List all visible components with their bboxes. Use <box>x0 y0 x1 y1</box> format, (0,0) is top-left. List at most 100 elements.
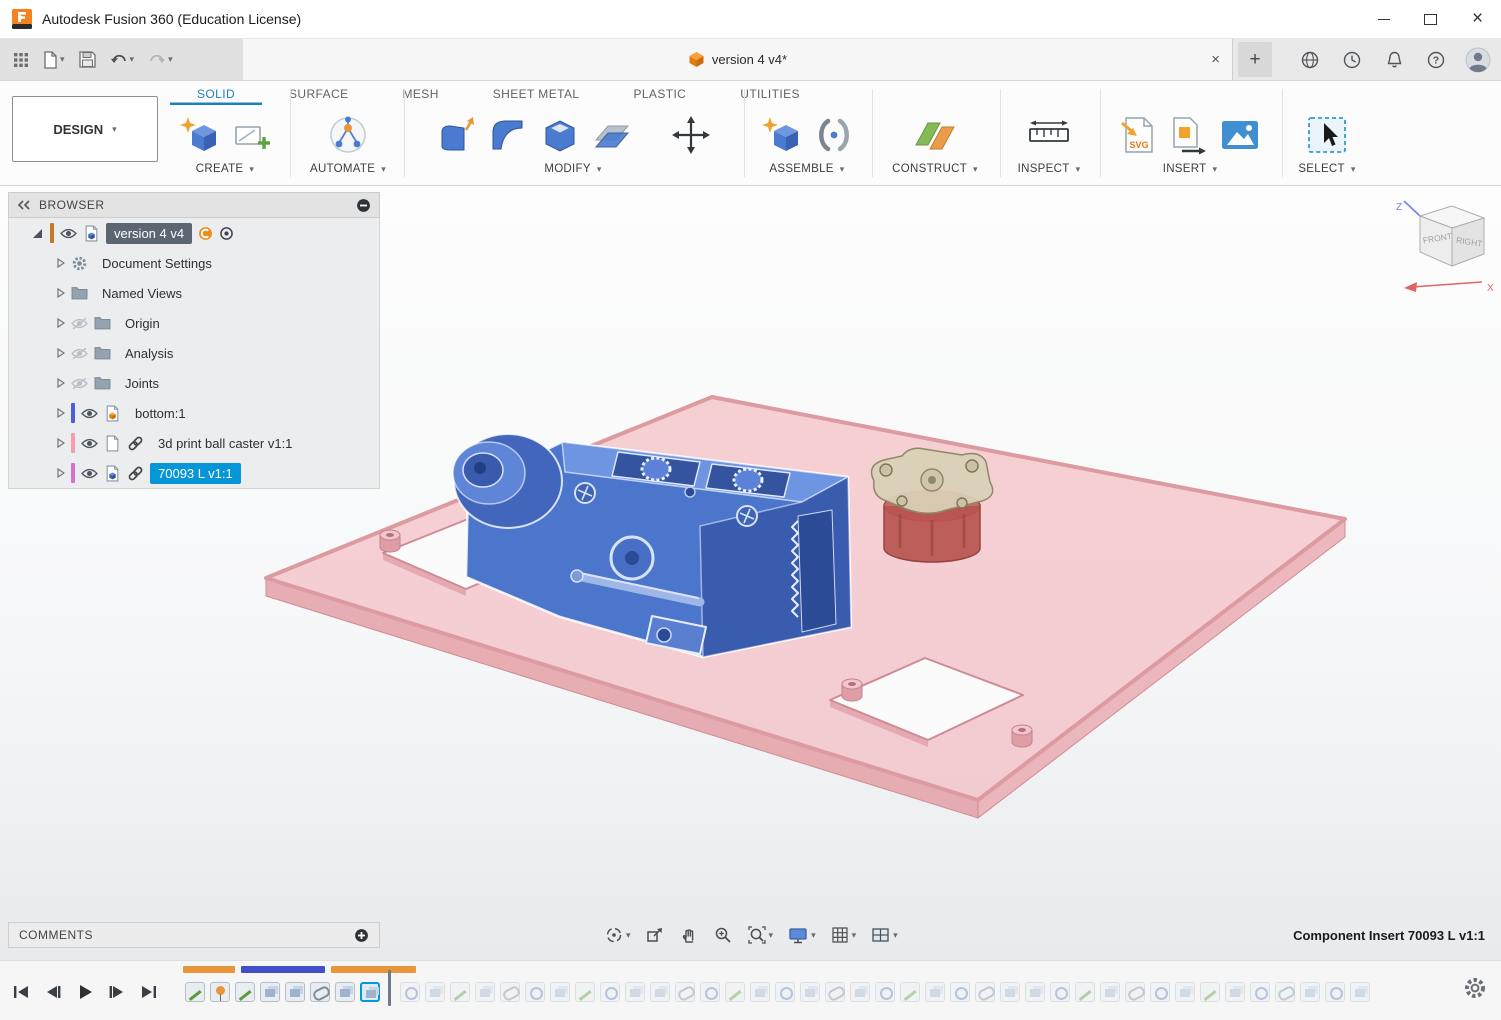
group-modify-menu[interactable]: MODIFY▾ <box>544 163 601 182</box>
select-button[interactable] <box>1306 115 1348 155</box>
press-pull-button[interactable] <box>436 116 476 154</box>
look-at-button[interactable] <box>641 922 669 948</box>
fillet-button[interactable] <box>488 116 528 154</box>
browser-item-label[interactable]: bottom:1 <box>127 403 194 424</box>
browser-item-named-views[interactable]: Named Views <box>9 278 379 308</box>
orbit-button[interactable]: ▾ <box>600 922 635 948</box>
save-button[interactable] <box>74 43 101 77</box>
file-menu-button[interactable]: ▾ <box>38 43 70 77</box>
timeline-feature[interactable] <box>1350 982 1370 1002</box>
construct-plane-button[interactable] <box>912 115 958 155</box>
fit-button[interactable]: ▾ <box>743 922 778 948</box>
extensions-button[interactable] <box>1293 43 1327 77</box>
timeline-feature[interactable] <box>1200 982 1220 1002</box>
browser-item-document-settings[interactable]: Document Settings <box>9 248 379 278</box>
tab-surface[interactable]: SURFACE <box>262 82 375 105</box>
group-insert-menu[interactable]: INSERT▾ <box>1163 163 1218 182</box>
timeline-go-start-button[interactable] <box>10 981 32 1003</box>
timeline-feature[interactable] <box>260 982 280 1002</box>
visibility-eye-icon[interactable] <box>81 467 98 480</box>
view-cube[interactable]: Z FRONT RIGHT X <box>1390 198 1500 303</box>
timeline-feature[interactable] <box>425 982 445 1002</box>
document-tab[interactable]: version 4 v4* × <box>243 39 1233 80</box>
expander-open-icon[interactable] <box>33 229 42 238</box>
browser-item-label[interactable]: 3d print ball caster v1:1 <box>150 433 300 454</box>
timeline-feature[interactable] <box>235 982 255 1002</box>
timeline-feature[interactable] <box>900 982 920 1002</box>
timeline-feature[interactable] <box>775 982 795 1002</box>
timeline-feature[interactable] <box>650 982 670 1002</box>
workspace-selector[interactable]: DESIGN ▾ <box>12 96 158 162</box>
visibility-off-icon[interactable] <box>71 377 88 390</box>
timeline-feature[interactable] <box>1250 982 1270 1002</box>
browser-item-label[interactable]: Joints <box>117 373 167 394</box>
timeline-group-bar-orange[interactable] <box>183 966 235 973</box>
notifications-button[interactable] <box>1377 43 1411 77</box>
measure-button[interactable] <box>1027 116 1071 154</box>
browser-item-label[interactable]: version 4 v4 <box>106 223 192 244</box>
timeline-feature[interactable] <box>360 982 380 1002</box>
browser-item-joints[interactable]: Joints <box>9 368 379 398</box>
timeline-feature[interactable] <box>210 982 230 1002</box>
document-tab-close-icon[interactable]: × <box>1211 51 1220 68</box>
timeline-feature[interactable] <box>1025 982 1045 1002</box>
timeline-step-back-button[interactable] <box>42 981 64 1003</box>
minimize-button[interactable] <box>1360 0 1407 38</box>
collapse-panel-icon[interactable] <box>17 200 31 210</box>
browser-item-analysis[interactable]: Analysis <box>9 338 379 368</box>
group-construct-menu[interactable]: CONSTRUCT▾ <box>892 163 978 182</box>
viewports-button[interactable]: ▾ <box>866 922 902 948</box>
tab-utilities[interactable]: UTILITIES <box>713 82 827 105</box>
timeline-feature[interactable] <box>800 982 820 1002</box>
expander-icon[interactable] <box>57 378 65 388</box>
insert-svg-button[interactable]: SVG <box>1120 115 1158 155</box>
joint-button[interactable] <box>814 115 854 155</box>
collapse-all-icon[interactable] <box>356 198 371 213</box>
timeline-feature[interactable] <box>625 982 645 1002</box>
timeline-feature[interactable] <box>1100 982 1120 1002</box>
insert-derive-button[interactable] <box>1170 115 1208 155</box>
visibility-eye-icon[interactable] <box>81 437 98 450</box>
timeline-play-button[interactable] <box>74 981 96 1003</box>
group-inspect-menu[interactable]: INSPECT▾ <box>1018 163 1081 182</box>
timeline-feature[interactable] <box>950 982 970 1002</box>
close-button[interactable]: × <box>1454 0 1501 38</box>
timeline-feature[interactable] <box>1325 982 1345 1002</box>
timeline-feature[interactable] <box>550 982 570 1002</box>
timeline-feature[interactable] <box>1000 982 1020 1002</box>
timeline-feature[interactable] <box>975 982 995 1002</box>
expander-icon[interactable] <box>57 408 65 418</box>
undo-button[interactable]: ▾ <box>105 43 140 77</box>
timeline-feature[interactable] <box>875 982 895 1002</box>
timeline-feature[interactable] <box>310 982 330 1002</box>
timeline-feature[interactable] <box>400 982 420 1002</box>
browser-item-label[interactable]: Origin <box>117 313 168 334</box>
redo-button[interactable]: ▾ <box>143 43 178 77</box>
group-select-menu[interactable]: SELECT▾ <box>1298 163 1355 182</box>
browser-item-label[interactable]: Document Settings <box>94 253 220 274</box>
create-sketch-button[interactable] <box>232 115 272 155</box>
zoom-button[interactable] <box>709 922 737 948</box>
browser-item-label[interactable]: 70093 L v1:1 <box>150 463 241 484</box>
timeline-feature[interactable] <box>725 982 745 1002</box>
split-body-button[interactable] <box>592 116 634 154</box>
expander-icon[interactable] <box>57 258 65 268</box>
tab-mesh[interactable]: MESH <box>376 82 466 105</box>
automate-button[interactable] <box>326 114 370 156</box>
timeline-feature[interactable] <box>185 982 205 1002</box>
pan-button[interactable] <box>675 922 703 948</box>
timeline-feature[interactable] <box>500 982 520 1002</box>
job-status-button[interactable] <box>1335 43 1369 77</box>
timeline-feature[interactable] <box>1175 982 1195 1002</box>
expander-icon[interactable] <box>57 288 65 298</box>
create-solid-button[interactable] <box>178 115 220 155</box>
profile-button[interactable] <box>1461 43 1495 77</box>
browser-item-label[interactable]: Named Views <box>94 283 190 304</box>
group-automate-menu[interactable]: AUTOMATE▾ <box>310 163 386 182</box>
group-assemble-menu[interactable]: ASSEMBLE▾ <box>769 163 844 182</box>
insert-image-button[interactable] <box>1220 117 1260 153</box>
expander-icon[interactable] <box>57 318 65 328</box>
timeline-feature[interactable] <box>285 982 305 1002</box>
browser-item-origin[interactable]: Origin <box>9 308 379 338</box>
browser-item-70093[interactable]: 70093 L v1:1 <box>9 458 379 488</box>
